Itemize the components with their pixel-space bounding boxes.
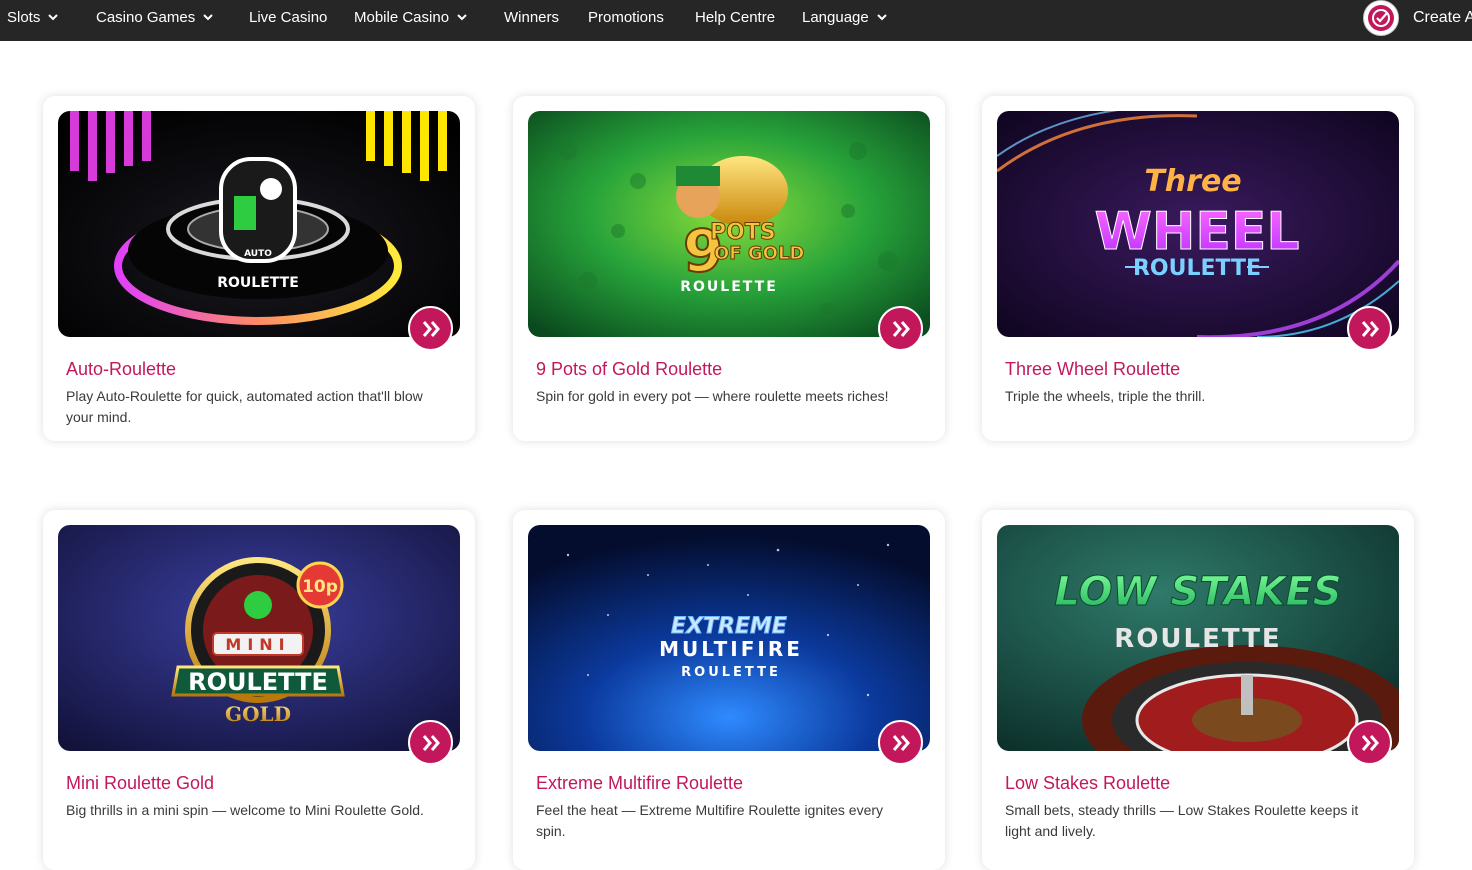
- game-title[interactable]: Three Wheel Roulette: [1005, 359, 1180, 380]
- create-account-label: Create A: [1413, 9, 1472, 26]
- game-card-three-wheel[interactable]: Three WHEEL ROULETTE Three Wheel Roulett…: [982, 96, 1414, 441]
- game-card-auto-roulette[interactable]: AUTO ROULETTE Auto-Roulette Play Auto-Ro…: [43, 96, 475, 441]
- game-description: Small bets, steady thrills — Low Stakes …: [1005, 802, 1359, 839]
- art-text: ROULETTE: [1114, 624, 1281, 654]
- art-text: ROULETTE: [1133, 256, 1261, 281]
- game-card-extreme-multifire[interactable]: EXTREME MULTIFIRE ROULETTE Extreme Multi…: [513, 510, 945, 870]
- art-text: MINI: [225, 635, 290, 654]
- play-button[interactable]: [408, 306, 453, 351]
- nav-item-label: Winners: [504, 9, 560, 26]
- game-card-9-pots-of-gold[interactable]: 9 POTS OF GOLD ROULETTE 9 Pots of Gold R…: [513, 96, 945, 441]
- art-text: 10p: [302, 577, 338, 597]
- nav-item-mobile-casino[interactable]: Mobile Casino: [354, 0, 467, 41]
- art-text: ROULETTE: [680, 279, 778, 295]
- nav-item-label: Help Centre: [695, 9, 776, 26]
- play-button[interactable]: [408, 720, 453, 765]
- chevron-down-icon: [877, 0, 887, 35]
- double-chevron-right-icon: [422, 735, 440, 751]
- nav-item-winners[interactable]: Winners: [504, 0, 559, 41]
- nav-item-slots[interactable]: Slots: [7, 0, 59, 41]
- art-text: GOLD: [225, 702, 291, 726]
- art-text: LOW STAKES: [1054, 569, 1341, 615]
- chevron-down-icon: [203, 0, 213, 35]
- game-thumbnail[interactable]: EXTREME MULTIFIRE ROULETTE: [528, 525, 930, 751]
- chevron-down-icon: [48, 0, 59, 35]
- art-text: ROULETTE: [217, 275, 299, 291]
- nav-item-label: Mobile Casino: [354, 9, 450, 26]
- game-description: Feel the heat — Extreme Multifire Roulet…: [536, 802, 884, 839]
- double-chevron-right-icon: [422, 321, 440, 337]
- art-text: POTS: [710, 220, 776, 245]
- game-thumbnail[interactable]: LOW STAKES ROULETTE: [997, 525, 1399, 751]
- nav-item-casino-games[interactable]: Casino Games: [96, 0, 213, 41]
- art-text: Three: [1144, 164, 1241, 199]
- nav-item-live-casino[interactable]: Live Casino: [249, 0, 327, 41]
- game-description: Big thrills in a mini spin — welcome to …: [66, 802, 424, 818]
- game-title[interactable]: 9 Pots of Gold Roulette: [536, 359, 722, 380]
- art-text: OF GOLD: [714, 243, 804, 264]
- game-thumbnail[interactable]: AUTO ROULETTE: [58, 111, 460, 337]
- play-button[interactable]: [1347, 306, 1392, 351]
- game-description: Spin for gold in every pot — where roule…: [536, 388, 889, 404]
- double-chevron-right-icon: [1361, 735, 1379, 751]
- chevron-down-icon: [457, 0, 467, 35]
- game-description: Triple the wheels, triple the thrill.: [1005, 388, 1206, 404]
- game-title[interactable]: Auto-Roulette: [66, 359, 176, 380]
- double-chevron-right-icon: [892, 735, 910, 751]
- game-thumbnail[interactable]: Three WHEEL ROULETTE: [997, 111, 1399, 337]
- nav-item-label: Promotions: [588, 9, 664, 26]
- nav-item-label: Language: [802, 9, 869, 26]
- nav-item-promotions[interactable]: Promotions: [588, 0, 664, 41]
- game-thumbnail[interactable]: 9 POTS OF GOLD ROULETTE: [528, 111, 930, 337]
- game-title[interactable]: Extreme Multifire Roulette: [536, 773, 743, 794]
- nav-item-label: Live Casino: [249, 9, 328, 26]
- check-circle-icon: [1363, 0, 1399, 36]
- play-button[interactable]: [1347, 720, 1392, 765]
- nav-item-label: Slots: [7, 9, 41, 26]
- game-description: Play Auto-Roulette for quick, automated …: [66, 388, 423, 425]
- art-text: AUTO: [244, 249, 272, 259]
- art-text: WHEEL: [1094, 202, 1299, 262]
- art-text: MULTIFIRE: [659, 637, 803, 661]
- double-chevron-right-icon: [892, 321, 910, 337]
- play-button[interactable]: [878, 720, 923, 765]
- nav-item-help-centre[interactable]: Help Centre: [695, 0, 775, 41]
- art-text: ROULETTE: [188, 668, 328, 696]
- nav-item-language[interactable]: Language: [802, 0, 887, 41]
- double-chevron-right-icon: [1361, 321, 1379, 337]
- game-card-mini-roulette-gold[interactable]: 10p MINI ROULETTE GOLD Mini Roulette Gol…: [43, 510, 475, 870]
- top-navigation: Slots Casino Games Live Casino Mobile Ca…: [0, 0, 1472, 41]
- play-button[interactable]: [878, 306, 923, 351]
- game-title[interactable]: Mini Roulette Gold: [66, 773, 214, 794]
- art-text: ROULETTE: [681, 665, 781, 680]
- game-card-low-stakes[interactable]: LOW STAKES ROULETTE Low Stakes Roulette …: [982, 510, 1414, 870]
- art-text: EXTREME: [671, 614, 787, 639]
- game-title[interactable]: Low Stakes Roulette: [1005, 773, 1170, 794]
- game-thumbnail[interactable]: 10p MINI ROULETTE GOLD: [58, 525, 460, 751]
- nav-item-label: Casino Games: [96, 9, 196, 26]
